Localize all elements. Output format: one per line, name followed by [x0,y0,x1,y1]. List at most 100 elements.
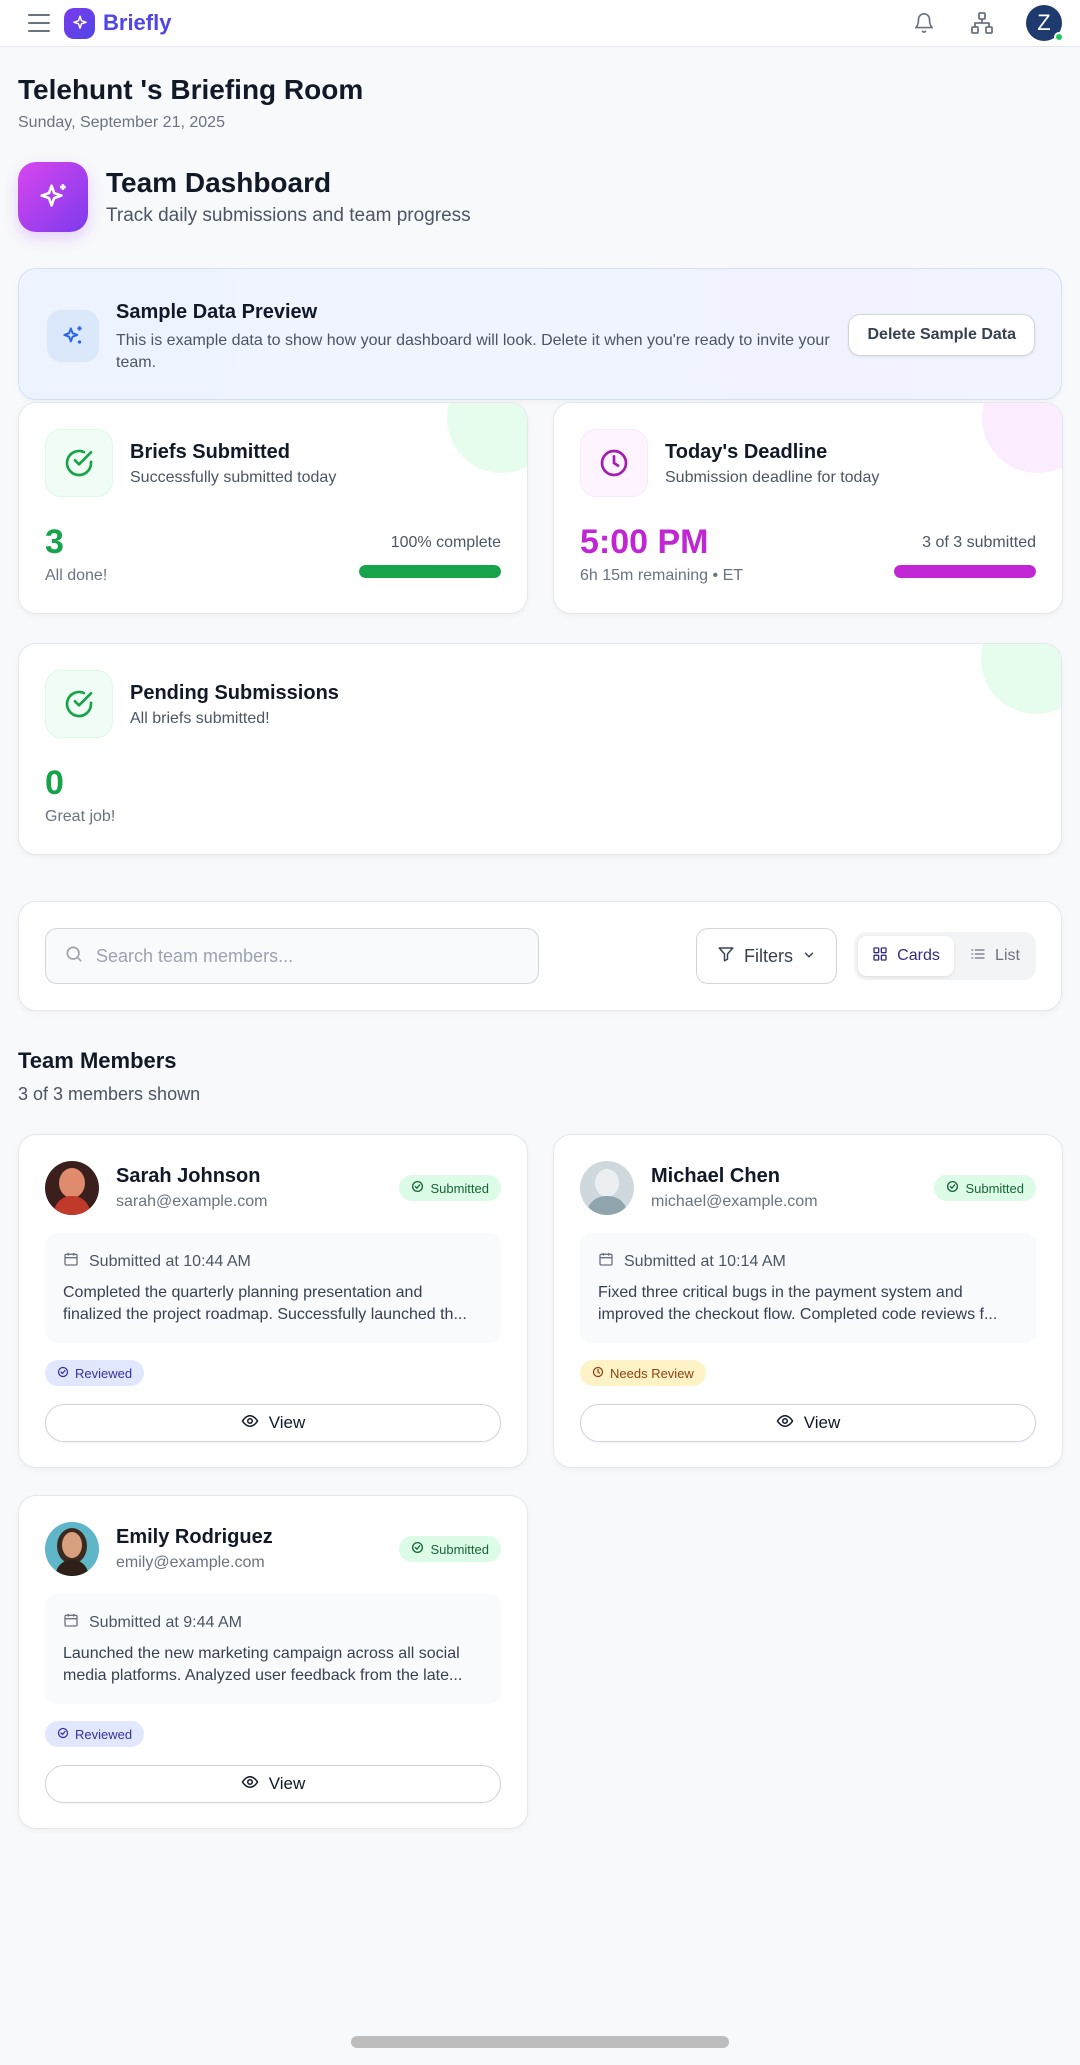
review-label: Reviewed [75,1726,133,1742]
sample-banner-description: This is example data to show how your da… [116,332,830,371]
app-logo[interactable]: Briefly [64,7,172,39]
calendar-icon [598,1251,614,1272]
review-badge: Needs Review [580,1360,706,1386]
briefs-title: Briefs Submitted [130,441,291,463]
team-members-heading: Team Members [18,1048,177,1073]
view-button[interactable]: View [45,1765,501,1803]
clock-icon [580,429,648,497]
briefs-progress-label: 100% complete [390,534,501,551]
online-status-dot [1054,32,1064,42]
submission-time-text: Submitted at 10:14 AM [624,1252,786,1270]
submission-note: Submitted at 10:14 AM Fixed three critic… [580,1233,1036,1343]
member-avatar [45,1161,99,1215]
pending-note: Great job! [45,808,116,825]
view-button[interactable]: View [45,1404,501,1442]
list-icon [970,946,986,967]
pending-title: Pending Submissions [130,682,339,704]
decorative-blob [981,644,1061,714]
deadline-remaining: 6h 15m remaining • ET [580,567,744,584]
deadline-subtitle: Submission deadline for today [665,469,880,486]
view-label: View [268,1413,306,1432]
team-members-count: 3 of 3 members shown [18,1084,201,1104]
dashboard-subtitle: Track daily submissions and team progres… [106,205,471,226]
search-input[interactable] [96,945,516,967]
briefs-progress-bar [359,565,501,578]
eye-icon [776,1412,794,1435]
submission-time: Submitted at 9:44 AM [63,1612,242,1633]
deadline-title: Today's Deadline [665,441,828,463]
member-email: emily@example.com [116,1554,265,1571]
filters-button[interactable]: Filters [696,928,837,984]
status-badge: Submitted [399,1175,501,1201]
sample-banner-title: Sample Data Preview [116,301,318,323]
decorative-blob [447,403,527,473]
check-circle-icon [45,670,113,738]
cards-view-button[interactable]: Cards [858,936,954,976]
view-toggle: Cards List [854,932,1036,980]
briefs-subtitle: Successfully submitted today [130,469,337,486]
submission-time-text: Submitted at 9:44 AM [89,1613,242,1631]
review-badge: Reviewed [45,1360,145,1386]
top-nav-right: Z [910,5,1064,42]
home-indicator[interactable] [351,2036,729,2048]
view-label: View [803,1413,841,1432]
pending-subtitle: All briefs submitted! [130,710,270,727]
submission-time: Submitted at 10:44 AM [63,1251,251,1272]
deadline-progress-bar [894,565,1036,578]
briefs-note: All done! [45,567,108,584]
search-toolbar: Filters Cards List [18,901,1062,1011]
member-email: michael@example.com [651,1193,818,1210]
status-badge: Submitted [934,1175,1036,1201]
sparkle-icon [18,162,88,232]
member-name: Michael Chen [651,1165,780,1187]
deadline-time: 5:00 PM [580,523,709,561]
member-name: Sarah Johnson [116,1165,261,1187]
submission-text: Launched the new marketing campaign acro… [63,1645,463,1684]
pending-count: 0 [45,764,64,802]
search-icon [64,944,84,969]
list-view-button[interactable]: List [958,936,1032,976]
deadline-progress-fill [894,565,1036,578]
org-chart-icon[interactable] [968,9,996,37]
sparkles-icon [47,310,99,362]
sample-data-banner: Sample Data Preview This is example data… [18,268,1062,400]
eye-icon [241,1412,259,1435]
briefs-progress-fill [359,565,501,578]
clock-icon [592,1366,604,1381]
page-date: Sunday, September 21, 2025 [18,114,225,131]
delete-sample-data-button[interactable]: Delete Sample Data [848,314,1035,356]
review-label: Needs Review [610,1365,694,1381]
member-name: Emily Rodriguez [116,1526,273,1548]
list-view-label: List [995,947,1020,964]
member-card[interactable]: Sarah Johnson sarah@example.com Submitte… [18,1134,528,1468]
review-badge: Reviewed [45,1721,145,1747]
dashboard-title: Team Dashboard [106,167,332,198]
status-label: Submitted [430,1180,489,1196]
member-email: sarah@example.com [116,1193,268,1210]
view-button[interactable]: View [580,1404,1036,1442]
app-name: Briefly [103,10,172,35]
member-avatar [45,1522,99,1576]
submission-time-text: Submitted at 10:44 AM [89,1252,251,1270]
view-label: View [268,1774,306,1793]
sparkle-logo-icon [64,7,95,39]
eye-icon [241,1773,259,1796]
deadline-progress-label: 3 of 3 submitted [922,534,1036,551]
submission-time: Submitted at 10:14 AM [598,1251,786,1272]
member-avatar [580,1161,634,1215]
check-circle-icon [411,1541,424,1557]
user-avatar[interactable]: Z [1026,5,1064,42]
calendar-icon [63,1612,79,1633]
search-field[interactable] [45,928,539,984]
bell-icon[interactable] [910,9,938,37]
briefs-submitted-card: Briefs Submitted Successfully submitted … [18,402,528,614]
check-circle-icon [57,1727,69,1742]
filters-label: Filters [744,945,793,966]
pending-submissions-card: Pending Submissions All briefs submitted… [18,643,1062,855]
member-card[interactable]: Michael Chen michael@example.com Submitt… [553,1134,1063,1468]
hamburger-menu-icon[interactable] [28,14,50,32]
member-card[interactable]: Emily Rodriguez emily@example.com Submit… [18,1495,528,1829]
decorative-blob [982,403,1062,473]
check-circle-icon [45,429,113,497]
submission-text: Completed the quarterly planning present… [63,1284,467,1323]
